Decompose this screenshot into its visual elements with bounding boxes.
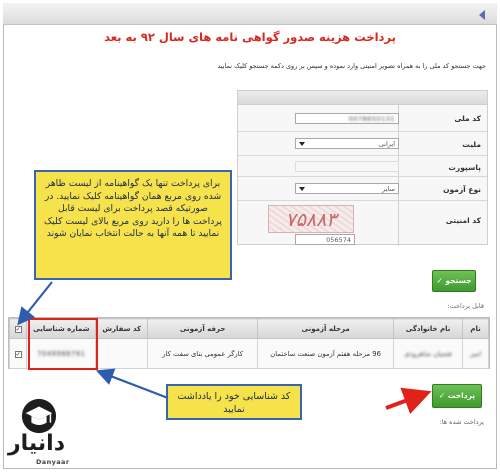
search-instruction: جهت جستجو کد ملی را به همراه تصویر امنیت… (217, 62, 486, 70)
pay-button-label: پرداخت (447, 391, 476, 400)
chevron-down-icon (299, 187, 305, 191)
logo-text: دانیار (8, 431, 65, 456)
security-code-label: کد امنیتی (445, 216, 481, 225)
row-checkbox[interactable]: ✓ (14, 350, 22, 358)
select-all-cell: ✓ (8, 318, 28, 339)
cell-family: فتحیان شاهرودی (393, 338, 464, 369)
search-button[interactable]: جستجو ✓ (432, 270, 476, 292)
national-code-input[interactable]: 0078650131 (295, 113, 399, 124)
window-toolbar (3, 3, 497, 25)
selection-instruction-callout: برای پرداخت تنها یک گواهینامه از لیست ظا… (34, 170, 232, 280)
page-title: پرداخت هزینه صدور گواهی نامه های سال ۹۲ … (104, 30, 396, 44)
col-profession: حرفه آزمونی (147, 318, 259, 339)
id-number-highlight (28, 318, 98, 370)
cell-profession: کارگر عمومی بنای سفت کار (147, 338, 259, 369)
exam-type-selected: سایر (382, 185, 395, 193)
search-button-label: جستجو (445, 276, 472, 285)
row-select-cell: ✓ (8, 338, 28, 369)
graduation-cap-icon (21, 398, 57, 434)
captcha-image: ۷۵۸۸۳ (268, 205, 354, 233)
pay-button[interactable]: پرداخت ✓ (432, 384, 482, 408)
passport-label: پاسپورت (448, 163, 481, 172)
national-code-value: 0078650131 (348, 115, 395, 123)
passport-input[interactable] (295, 161, 399, 172)
nationality-label: ملیت (462, 140, 481, 149)
chevron-down-icon (299, 142, 305, 146)
security-code-value: 056574 (326, 236, 351, 244)
form-header (238, 91, 487, 105)
exam-type-select[interactable]: سایر (295, 183, 399, 194)
danyaar-logo: دانیار Danyaar (6, 397, 94, 467)
logo-subtext: Danyaar (36, 458, 70, 466)
cell-order-code (95, 338, 149, 369)
nationality-select[interactable]: ایرانی (295, 138, 399, 149)
row-nationality: ملیت ایرانی (238, 132, 487, 156)
back-arrow-icon[interactable] (479, 10, 485, 20)
id-number-callout: کد شناسایی خود را یادداشت نمایید (166, 384, 302, 420)
security-code-input[interactable]: 056574 (295, 234, 355, 245)
exam-type-label: نوع آزمون (443, 185, 481, 194)
col-name: نام (462, 318, 489, 339)
row-national-code: کد ملی 0078650131 (238, 105, 487, 132)
payable-section-label: قابل پرداخت: (447, 302, 484, 310)
nationality-selected: ایرانی (378, 140, 395, 148)
col-stage: مرحله آزمونی (257, 318, 395, 339)
select-all-checkbox[interactable]: ✓ (14, 325, 22, 333)
cell-name: امیر (462, 338, 489, 369)
row-passport: پاسپورت (238, 156, 487, 177)
national-code-label: کد ملی (454, 114, 481, 123)
cell-stage: 96 مرحله هفتم آزمون صنعت ساختمان (257, 338, 395, 369)
col-order-code: کد سفارش (95, 318, 149, 339)
row-exam-type: نوع آزمون سایر (238, 177, 487, 201)
col-family: نام خانوادگی (393, 318, 464, 339)
paid-section-label: پرداخت شده ها: (439, 418, 485, 426)
